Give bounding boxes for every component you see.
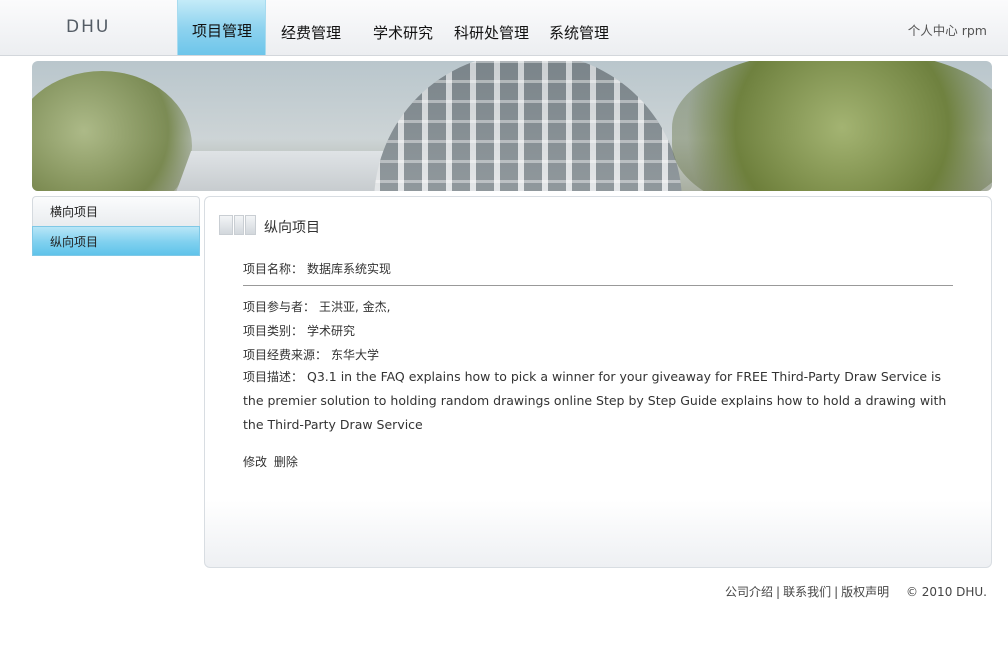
panel-title: 纵向项目 <box>264 220 320 236</box>
field-label: 项目名称： <box>243 262 304 276</box>
user-area: 个人中心 rpm <box>908 20 987 39</box>
nav-tab-label: 项目管理 <box>192 22 253 40</box>
nav-tab-label: 系统管理 <box>549 24 610 42</box>
project-detail-panel: 纵向项目 项目名称： 数据库系统实现 项目参与者： 王洪亚, 金杰, 项目类别： 学术… <box>204 196 992 568</box>
divider <box>243 285 953 286</box>
nav-tab-label: 科研处管理 <box>454 24 530 42</box>
nav-tab-label: 经费管理 <box>281 24 342 42</box>
footer-separator: | <box>834 585 839 599</box>
field-value: 数据库系统实现 <box>307 262 392 276</box>
field-value: 东华大学 <box>331 348 380 362</box>
panel-header-icon <box>219 215 256 235</box>
campus-banner <box>32 61 992 191</box>
nav-tab-label: 学术研究 <box>373 24 434 42</box>
banner-tower-building <box>374 61 682 191</box>
row-actions: 修改 删除 <box>243 453 301 470</box>
field-description: 项目描述： Q3.1 in the FAQ explains how to pic… <box>243 365 953 437</box>
footer-about-link[interactable]: 公司介绍 <box>725 585 773 599</box>
sidebar: 横向项目 纵向项目 <box>32 196 200 256</box>
banner-building-roof <box>172 151 392 191</box>
user-center-link[interactable]: 个人中心 <box>908 23 958 38</box>
edit-link[interactable]: 修改 <box>243 455 267 469</box>
field-project-name: 项目名称： 数据库系统实现 <box>243 260 391 277</box>
field-value: 学术研究 <box>307 324 356 338</box>
footer-copyright-notice-link[interactable]: 版权声明 <box>841 585 889 599</box>
delete-link[interactable]: 删除 <box>274 455 298 469</box>
footer: 公司介绍 | 联系我们 | 版权声明 © 2010 DHU. <box>725 583 987 600</box>
field-value: Q3.1 in the FAQ explains how to pick a w… <box>243 369 947 432</box>
footer-separator: | <box>776 585 781 599</box>
field-category: 项目类别： 学术研究 <box>243 322 355 339</box>
username[interactable]: rpm <box>962 23 987 38</box>
logo: DHU <box>66 17 111 37</box>
field-label: 项目类别： <box>243 324 304 338</box>
footer-copyright: © 2010 DHU. <box>905 585 987 599</box>
field-funding-source: 项目经费来源： 东华大学 <box>243 346 379 363</box>
field-label: 项目参与者： <box>243 300 316 314</box>
nav-tab-project-management[interactable]: 项目管理 <box>177 0 266 55</box>
banner-tree-right <box>672 61 992 191</box>
field-label: 项目描述： <box>243 370 304 384</box>
sidebar-item-vertical-projects[interactable]: 纵向项目 <box>32 226 200 256</box>
footer-contact-link[interactable]: 联系我们 <box>783 585 831 599</box>
top-header: DHU 项目管理 经费管理 学术研究 科研处管理 系统管理 个人中心 rpm <box>0 0 1008 56</box>
field-label: 项目经费来源： <box>243 348 328 362</box>
field-value: 王洪亚, 金杰, <box>319 300 391 314</box>
field-participants: 项目参与者： 王洪亚, 金杰, <box>243 298 390 315</box>
sidebar-item-horizontal-projects[interactable]: 横向项目 <box>32 196 200 226</box>
banner-tree-left <box>32 71 192 191</box>
